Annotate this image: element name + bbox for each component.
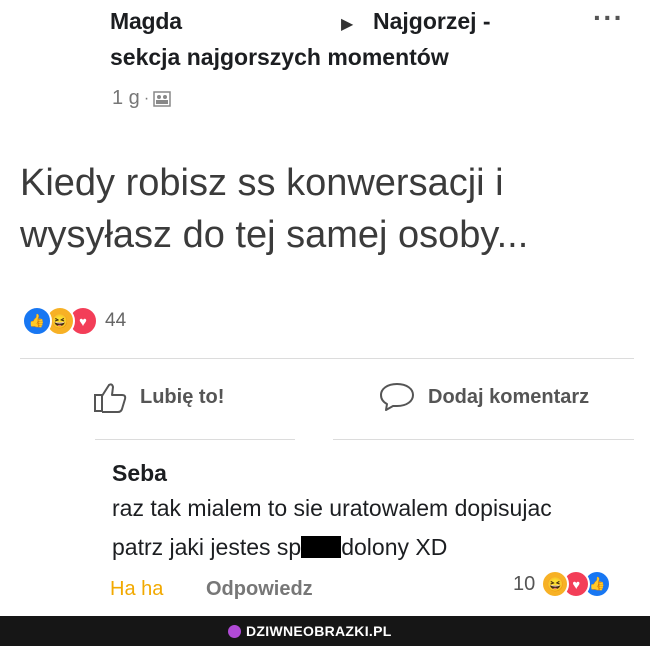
comment-button[interactable]: Dodaj komentarz xyxy=(378,381,589,413)
comment-text-part1: patrz jaki jestes sp xyxy=(112,534,302,560)
divider xyxy=(95,439,295,440)
post-reactions[interactable]: 👍 😆 ♥ 44 xyxy=(22,306,126,336)
divider xyxy=(333,439,634,440)
separator-dot: · xyxy=(143,89,150,107)
thumbs-up-icon xyxy=(94,383,127,413)
group-audience-icon xyxy=(153,90,171,107)
comment-button-label: Dodaj komentarz xyxy=(428,385,590,408)
post-text: Kiedy robisz ss konwersacji i wysyłasz d… xyxy=(20,157,640,261)
reply-link[interactable]: Odpowiedz xyxy=(206,578,313,601)
comment-icon xyxy=(380,383,414,411)
brand-name: DZIWNEOBRAZKI.PL xyxy=(246,623,392,639)
divider xyxy=(20,358,634,359)
caret-right-icon: ▶ xyxy=(341,16,354,33)
comment-text-line2: patrz jaki jestes sp dolony XD xyxy=(112,534,447,561)
haha-reaction-link[interactable]: Ha ha xyxy=(110,578,163,601)
more-options-icon[interactable]: ··· xyxy=(593,2,624,34)
reaction-count: 44 xyxy=(105,310,127,331)
comment-text-line1: raz tak mialem to sie uratowalem dopisuj… xyxy=(112,495,552,521)
group-name-line2[interactable]: sekcja najgorszych momentów xyxy=(110,44,449,71)
comment-author-name[interactable]: Seba xyxy=(112,460,167,487)
post-author-name[interactable]: Magda xyxy=(110,8,182,35)
post-meta: 1 g · xyxy=(112,87,171,110)
like-icon: 👍 xyxy=(22,306,52,336)
post-text-line1: Kiedy robisz ss konwersacji i xyxy=(20,162,504,204)
post-timestamp[interactable]: 1 g xyxy=(112,87,140,110)
watermark-brand: DZIWNEOBRAZKI.PL xyxy=(228,623,392,639)
like-button-label: Lubię to! xyxy=(140,385,225,408)
post-text-line2: wysyłasz do tej samej osoby... xyxy=(20,214,529,256)
comment-text-part2: dolony XD xyxy=(341,534,448,560)
comment-reactions[interactable]: 10 😆 ♥ 👍 xyxy=(513,570,612,598)
like-button[interactable]: Lubię to! xyxy=(92,381,224,413)
group-name-line1[interactable]: Najgorzej - xyxy=(373,8,491,35)
brand-logo-icon xyxy=(228,624,241,638)
censor-bar xyxy=(301,536,342,558)
comment-reaction-count: 10 xyxy=(513,572,536,595)
